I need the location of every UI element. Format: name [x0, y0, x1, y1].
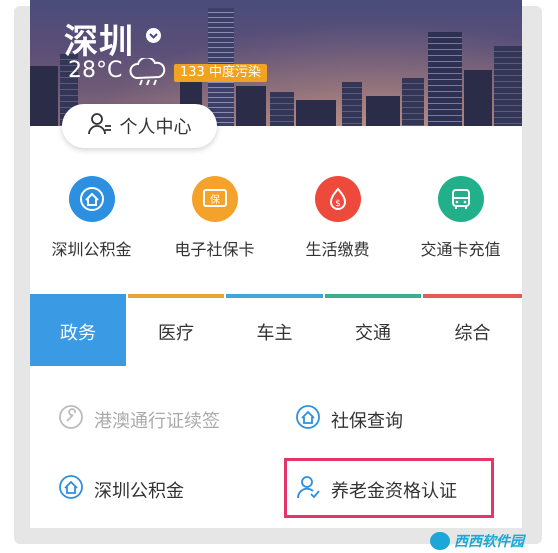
skyline-building: [270, 92, 294, 126]
house-fund-icon: [68, 176, 115, 222]
quick-action-social-card[interactable]: 保 电子社保卡: [153, 176, 276, 260]
chevron-down-icon[interactable]: [146, 28, 161, 43]
service-label: 港澳通行证续签: [94, 410, 220, 432]
house-fund-icon: [58, 474, 84, 505]
personal-center-button[interactable]: 个人中心: [62, 104, 217, 148]
service-social-security-query[interactable]: 社保查询: [295, 404, 403, 435]
tab-government[interactable]: 政务: [30, 294, 126, 366]
watermark-logo-icon: [430, 532, 450, 550]
skyline-building: [296, 100, 336, 126]
quick-action-housing-fund[interactable]: 深圳公积金: [30, 176, 153, 260]
skyline-building: [30, 66, 58, 126]
skyline-building: [342, 82, 362, 126]
skyline-building: [402, 78, 424, 126]
cloud-rain-icon: [128, 56, 168, 90]
service-housing-fund[interactable]: 深圳公积金: [58, 474, 184, 505]
skyline-building: [366, 96, 400, 126]
quick-action-bill-payment[interactable]: $ 生活缴费: [276, 176, 399, 260]
tab-general[interactable]: 综合: [423, 294, 522, 366]
skyline-building: [494, 46, 522, 126]
air-quality-badge: 133 中度污染: [174, 64, 267, 82]
city-name[interactable]: 深圳: [64, 14, 134, 63]
service-permit-renewal[interactable]: 港澳通行证续签: [58, 404, 220, 435]
tab-car-owner[interactable]: 车主: [226, 294, 323, 366]
skyline-building: [464, 70, 492, 126]
tab-traffic[interactable]: 交通: [325, 294, 421, 366]
quick-action-transit-card[interactable]: 交通卡充值: [399, 176, 522, 260]
category-tabs: 政务 医疗 车主 交通 综合: [30, 294, 522, 366]
temperature: 28°C: [68, 58, 123, 83]
bus-card-icon: [437, 176, 484, 222]
house-shield-icon: [295, 404, 321, 435]
payment-icon: $: [314, 176, 361, 222]
social-security-card-icon: 保: [191, 176, 238, 222]
skyline-tower: [428, 32, 462, 126]
svg-text:保: 保: [210, 193, 220, 206]
highlight-annotation-box: [284, 458, 494, 518]
quick-action-label: 生活缴费: [305, 240, 370, 259]
tab-medical[interactable]: 医疗: [128, 294, 224, 366]
service-label: 深圳公积金: [94, 480, 184, 502]
svg-text:$: $: [335, 199, 341, 209]
personal-center-label: 个人中心: [119, 117, 192, 138]
quick-action-label: 交通卡充值: [420, 240, 501, 259]
wrench-icon: [58, 404, 84, 435]
site-watermark: 西西软件园: [430, 530, 554, 552]
skyline-building: [236, 86, 266, 126]
service-label: 社保查询: [331, 410, 403, 432]
watermark-text: 西西软件园: [454, 534, 524, 550]
user-icon: [87, 112, 112, 140]
app-screen: 深圳 28°C 133 中度污染 个人中心 深圳公积金 保 电子社保卡 $ 生活…: [30, 0, 522, 528]
quick-action-label: 电子社保卡: [174, 240, 255, 259]
quick-action-label: 深圳公积金: [51, 240, 132, 259]
